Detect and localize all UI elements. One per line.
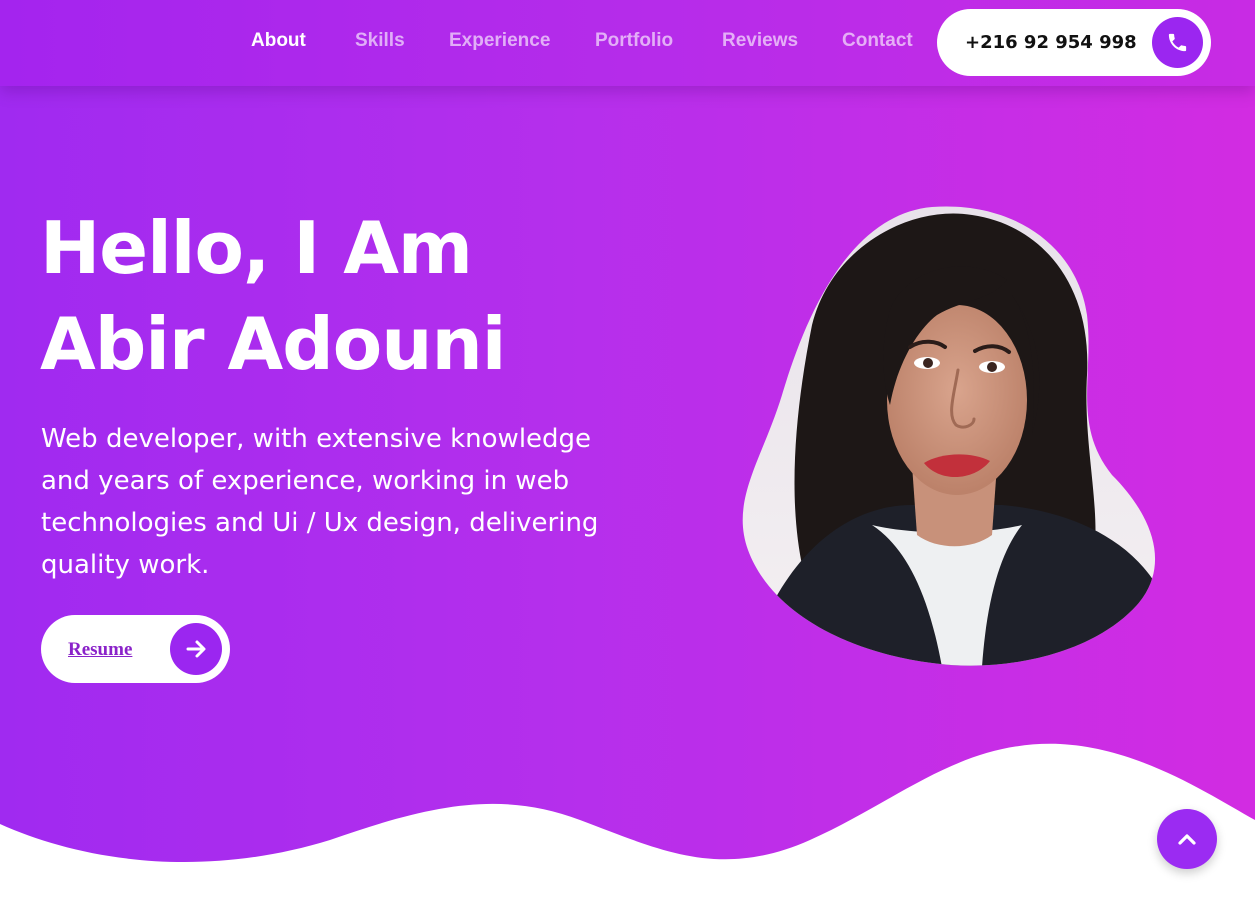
wave-divider (0, 743, 1255, 897)
nav-link-about[interactable]: About (251, 30, 306, 52)
phone-icon-circle (1152, 17, 1203, 68)
arrow-right-icon (186, 640, 206, 658)
nav-link-portfolio[interactable]: Portfolio (595, 30, 673, 52)
nav-link-experience[interactable]: Experience (449, 30, 550, 52)
phone-button[interactable]: +216 92 954 998 (937, 9, 1211, 76)
chevron-up-icon (1178, 834, 1196, 845)
nav-link-reviews[interactable]: Reviews (722, 30, 798, 52)
scroll-to-top-button[interactable] (1157, 809, 1217, 869)
phone-number: +216 92 954 998 (965, 32, 1137, 53)
header: About Skills Experience Portfolio Review… (0, 0, 1255, 86)
hero-title-name: Abir Adouni (40, 302, 506, 386)
nav-link-skills[interactable]: Skills (355, 30, 405, 52)
hero-title-greeting: Hello, I Am (40, 206, 473, 290)
nav-link-contact[interactable]: Contact (842, 30, 913, 52)
resume-icon-circle (170, 623, 222, 675)
phone-icon (1168, 33, 1187, 52)
page: About Skills Experience Portfolio Review… (0, 0, 1255, 897)
resume-button[interactable]: Resume (41, 615, 230, 683)
hero-title: Hello, I Am Abir Adouni (40, 200, 506, 392)
profile-photo (742, 206, 1156, 666)
resume-label[interactable]: Resume (68, 639, 132, 661)
hero-description: Web developer, with extensive knowledge … (41, 424, 599, 580)
